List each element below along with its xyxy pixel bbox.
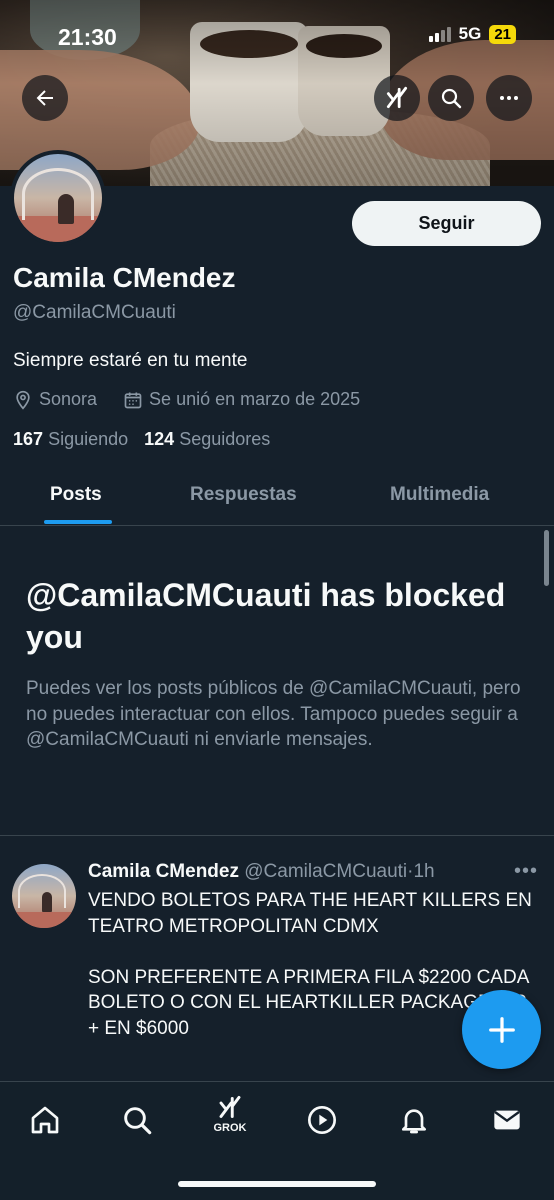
scrollbar[interactable]: [544, 530, 549, 586]
post-header: Camila CMendez @CamilaCMCuauti·1h: [88, 861, 435, 883]
notifications-icon: [402, 1109, 426, 1134]
following-label: Siguiendo: [48, 429, 129, 449]
grok-label: GROK: [213, 1122, 247, 1134]
grok-icon: [386, 86, 408, 109]
follow-button[interactable]: Seguir: [352, 201, 541, 246]
profile-bio: Siempre estaré en tu mente: [13, 350, 248, 371]
post-author-handle: @CamilaCMCuauti: [244, 861, 408, 882]
signal-icon: [428, 26, 451, 42]
battery-icon: 21: [489, 24, 516, 44]
blocked-title: @CamilaCMCuauti has blocked you: [26, 577, 506, 655]
search-icon: [441, 88, 462, 109]
messages-icon: [494, 1110, 520, 1130]
post-time: 1h: [413, 861, 435, 882]
nav-search[interactable]: [117, 1100, 157, 1140]
compose-button[interactable]: [462, 990, 541, 1069]
search-button[interactable]: [428, 75, 474, 121]
nav-grok[interactable]: GROK: [210, 1094, 250, 1134]
profile-joined: Se unió en marzo de 2025: [149, 389, 361, 409]
post-more-icon[interactable]: •••: [514, 860, 538, 883]
profile-handle: @CamilaCMCuauti: [13, 302, 176, 323]
plus-icon: [488, 1016, 515, 1043]
active-tab-indicator: [44, 520, 112, 524]
calendar-icon: [124, 392, 142, 408]
nav-notifications[interactable]: [394, 1100, 434, 1140]
home-indicator: [178, 1181, 376, 1187]
followers-label: Seguidores: [179, 429, 271, 449]
tab-posts[interactable]: Posts: [50, 484, 102, 506]
post-author-name[interactable]: Camila CMendez: [88, 861, 239, 882]
nav-home[interactable]: [25, 1100, 65, 1140]
blocked-description: Puedes ver los posts públicos de @Camila…: [26, 678, 521, 750]
grok-button[interactable]: [374, 75, 420, 121]
grok-icon: [219, 1095, 241, 1118]
tab-media[interactable]: Multimedia: [390, 484, 489, 506]
followers-link[interactable]: 124 Seguidores: [144, 429, 270, 450]
ellipsis-icon: [500, 96, 518, 100]
following-count: 167: [13, 429, 44, 449]
search-icon: [124, 1107, 152, 1135]
profile-name: Camila CMendez: [13, 262, 236, 293]
back-button[interactable]: [22, 75, 68, 121]
nav-video[interactable]: [302, 1100, 342, 1140]
profile-location: Sonora: [39, 389, 98, 409]
followers-count: 124: [144, 429, 175, 449]
profile-avatar[interactable]: [10, 150, 106, 246]
nav-messages[interactable]: [487, 1100, 527, 1140]
status-time: 21:30: [58, 24, 117, 50]
home-icon: [31, 1106, 59, 1134]
video-icon: [308, 1106, 336, 1134]
network-label: 5G: [458, 24, 482, 43]
more-options-button[interactable]: [486, 75, 532, 121]
post-avatar[interactable]: [12, 864, 76, 928]
location-icon: [16, 390, 30, 410]
profile-tabs: Posts Respuestas Multimedia: [0, 470, 554, 526]
status-indicators: 5G 21: [428, 24, 516, 44]
tab-replies[interactable]: Respuestas: [190, 484, 297, 506]
profile-meta: Sonora Se unió en marzo de 2025: [13, 389, 360, 410]
follow-stats: 167 Siguiendo 124 Seguidores: [13, 429, 270, 450]
following-link[interactable]: 167 Siguiendo: [13, 429, 128, 450]
arrow-left-icon: [36, 90, 53, 106]
